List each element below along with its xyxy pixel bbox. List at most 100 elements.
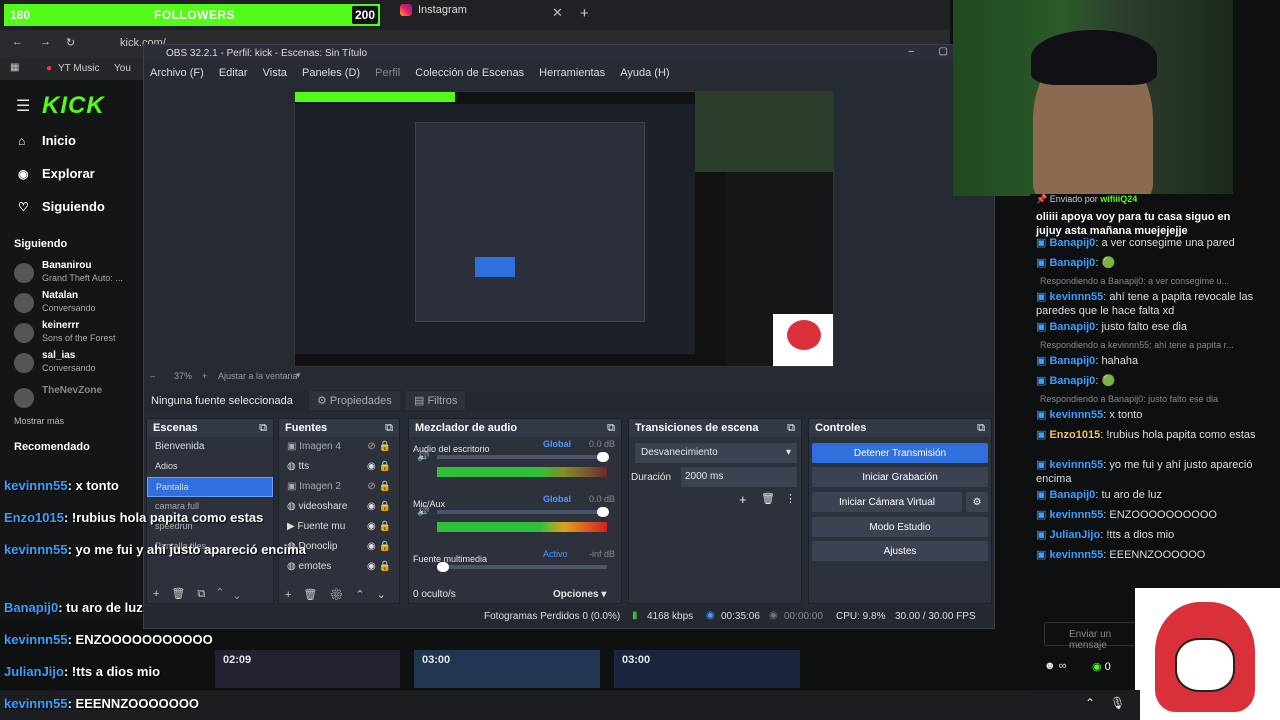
visibility-off-icon[interactable]: ⊘ 🔒: [367, 441, 391, 452]
chat-username[interactable]: Banapij0: [1049, 237, 1095, 249]
thumbnail[interactable]: 03:00: [414, 650, 600, 688]
start-recording-button[interactable]: Iniciar Grabación: [812, 467, 988, 487]
close-icon[interactable]: ✕: [552, 5, 563, 21]
source-item[interactable]: ◍ videoshare ◉ 🔒: [279, 497, 399, 517]
nav-inicio[interactable]: ⌂ Inicio: [18, 133, 76, 148]
channel-item[interactable]: TheNevZone: [14, 385, 144, 415]
channel-db: 0.0 dB: [588, 494, 615, 504]
source-item[interactable]: ◍ emotes ◉ 🔒: [279, 557, 399, 577]
volume-slider[interactable]: [437, 507, 609, 517]
chat-username[interactable]: Banapij0: [1049, 375, 1095, 387]
eye-icon[interactable]: ◉ 🔒: [367, 521, 391, 532]
channel-item[interactable]: keinerrr Sons of the Forest: [14, 320, 144, 350]
volume-slider[interactable]: [437, 452, 609, 462]
mixer-footer: 0 oculto/s Opciones ▾: [413, 589, 617, 600]
properties-button[interactable]: ⚙ Propiedades: [309, 391, 400, 410]
kick-logo[interactable]: KICK: [42, 92, 105, 120]
menu-ayuda[interactable]: Ayuda (H): [620, 67, 669, 79]
trash-icon[interactable]: 🗑: [761, 492, 775, 505]
nav-explorar[interactable]: ◉ Explorar: [18, 166, 95, 181]
menu-paneles[interactable]: Paneles (D): [302, 67, 360, 79]
chevron-down-icon[interactable]: ▾: [296, 370, 301, 381]
tab-instagram[interactable]: Instagram ✕: [392, 4, 572, 26]
studio-mode-button[interactable]: Modo Estudio: [812, 517, 988, 537]
menu-perfil[interactable]: Perfil: [375, 67, 400, 79]
scene-item[interactable]: Adios: [147, 457, 273, 477]
menu-coleccion[interactable]: Colección de Escenas: [415, 67, 524, 79]
eye-icon[interactable]: ◉ 🔒: [367, 561, 391, 572]
maximize-icon[interactable]: ▢: [939, 46, 948, 57]
chat-username[interactable]: Enzo1015: [1049, 429, 1100, 441]
menu-archivo[interactable]: Archivo (F): [150, 67, 204, 79]
eye-icon[interactable]: ◉ 🔒: [367, 461, 391, 472]
dock-float-icon[interactable]: ⧉: [385, 422, 393, 435]
source-toolbar[interactable]: +🗑⚙⌃⌄: [285, 588, 398, 601]
chat-username[interactable]: kevinnn55: [1049, 409, 1103, 421]
thumbnail[interactable]: 03:00: [614, 650, 800, 688]
chat-username[interactable]: kevinnn55: [1049, 291, 1103, 303]
bookmark-yt-music[interactable]: YT Music: [58, 63, 100, 74]
menu-editar[interactable]: Editar: [219, 67, 248, 79]
chat-username[interactable]: Banapij0: [1049, 257, 1095, 269]
reload-icon[interactable]: ↻: [66, 36, 75, 49]
zoom-out[interactable]: –: [150, 371, 155, 381]
chat-username[interactable]: kevinnn55: [1049, 459, 1103, 471]
back-icon[interactable]: ←: [12, 36, 23, 48]
source-item[interactable]: ▣ Imagen 2 ⊘ 🔒: [279, 477, 399, 497]
visibility-off-icon[interactable]: ⊘ 🔒: [367, 481, 391, 492]
mic-icon[interactable]: 🎙: [1110, 696, 1125, 710]
overlay-text: : EEENNZOOOOOOO: [67, 696, 200, 711]
chat-username[interactable]: kevinnn55: [1049, 549, 1103, 561]
source-item[interactable]: ▶ Fuente mu ◉ 🔒: [279, 517, 399, 537]
scene-toolbar[interactable]: +🗑⧉⌃⌄: [153, 587, 252, 601]
thumbnail[interactable]: 02:09: [215, 650, 400, 688]
chat-username[interactable]: Banapij0: [1049, 489, 1095, 501]
fit-window[interactable]: Ajustar a la ventana: [218, 371, 298, 381]
scene-item[interactable]: Bienvenida: [147, 437, 273, 457]
forward-icon[interactable]: →: [40, 36, 51, 48]
eye-icon[interactable]: ◉ 🔒: [367, 541, 391, 552]
more-icon[interactable]: ⋮: [785, 492, 796, 505]
duration-input[interactable]: 2000 ms: [681, 467, 797, 487]
transition-select[interactable]: Desvanecimiento ▾: [635, 443, 797, 463]
channel-item[interactable]: Natalan Conversando: [14, 290, 144, 320]
chat-username[interactable]: Banapij0: [1049, 355, 1095, 367]
source-item[interactable]: ◍ tts ◉ 🔒: [279, 457, 399, 477]
zoom-in[interactable]: +: [202, 371, 207, 381]
virtual-camera-button[interactable]: Iniciar Cámara Virtual: [812, 492, 962, 512]
chevron-up-icon[interactable]: ⌃: [1085, 696, 1095, 710]
channel-item[interactable]: Bananirou Grand Theft Auto: ...: [14, 260, 144, 290]
apps-icon[interactable]: ▦: [10, 62, 19, 73]
chat-username[interactable]: JulianJijo: [1049, 529, 1100, 541]
speaker-icon[interactable]: 🔊: [417, 506, 429, 517]
dock-float-icon[interactable]: ⧉: [977, 422, 985, 435]
obs-preview[interactable]: [294, 91, 834, 367]
add-icon[interactable]: +: [739, 492, 747, 507]
stop-stream-button[interactable]: Detener Transmisión: [812, 443, 988, 463]
gear-icon[interactable]: ⚙: [966, 492, 988, 512]
menu-vista[interactable]: Vista: [263, 67, 287, 79]
bookmark-youtube[interactable]: You: [114, 63, 131, 74]
channel-item[interactable]: sal_ias Conversando: [14, 350, 144, 380]
nav-siguiendo[interactable]: ♡ Siguiendo: [18, 199, 105, 214]
chat-username[interactable]: kevinnn55: [1049, 509, 1103, 521]
eye-icon[interactable]: ◉ 🔒: [367, 501, 391, 512]
sources-header: Fuentes ⧉: [279, 419, 399, 437]
menu-herramientas[interactable]: Herramientas: [539, 67, 605, 79]
dock-float-icon[interactable]: ⧉: [607, 422, 615, 435]
new-tab-icon[interactable]: +: [580, 5, 589, 22]
chat-username[interactable]: Banapij0: [1049, 321, 1095, 333]
filters-button[interactable]: ▤ Filtros: [406, 391, 466, 410]
show-more-link[interactable]: Mostrar más: [14, 416, 64, 426]
minimize-icon[interactable]: –: [908, 46, 914, 57]
dock-float-icon[interactable]: ⧉: [259, 422, 267, 435]
source-item[interactable]: ▣ Imagen 4 ⊘ 🔒: [279, 437, 399, 457]
people-icon[interactable]: ☻ ∞: [1044, 660, 1066, 672]
scene-item-selected[interactable]: Pantalla: [147, 477, 273, 497]
options-dropdown[interactable]: Opciones ▾: [553, 589, 606, 600]
speaker-icon[interactable]: 🔊: [417, 451, 429, 462]
dock-float-icon[interactable]: ⧉: [787, 422, 795, 435]
settings-button[interactable]: Ajustes: [812, 541, 988, 561]
menu-icon[interactable]: ☰: [16, 96, 30, 116]
volume-slider[interactable]: [437, 562, 607, 572]
